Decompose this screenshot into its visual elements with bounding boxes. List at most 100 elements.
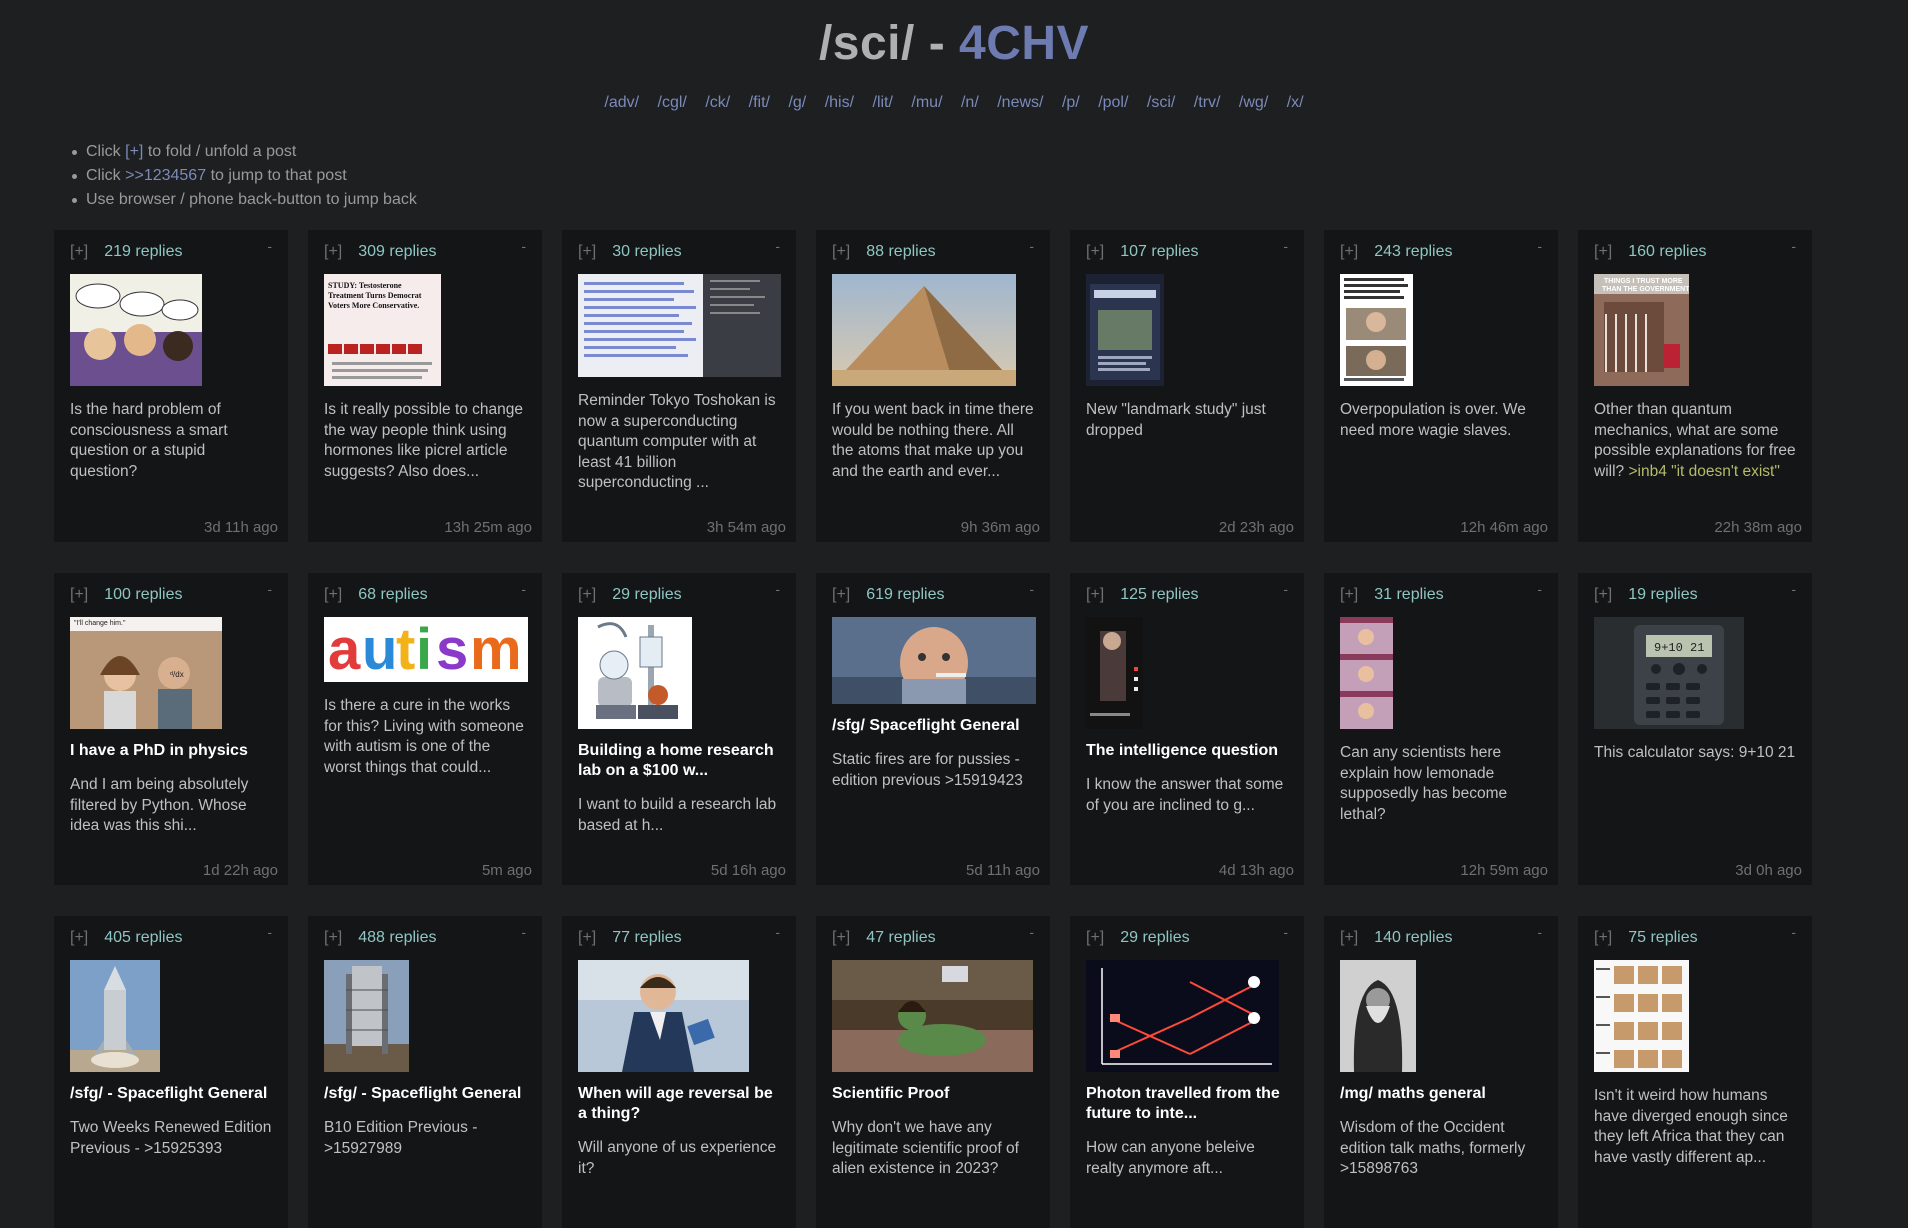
- collapse-dash[interactable]: -: [1283, 924, 1288, 940]
- portrait-thumbnail[interactable]: [832, 617, 1036, 704]
- fold-toggle[interactable]: [+]: [1340, 586, 1358, 604]
- collapse-dash[interactable]: -: [1029, 238, 1034, 254]
- collage-thumbnail[interactable]: [1340, 617, 1393, 729]
- nav-link-news[interactable]: /news/: [997, 94, 1043, 111]
- collapse-dash[interactable]: -: [775, 238, 780, 254]
- nav-link-n[interactable]: /n/: [961, 94, 979, 111]
- calculator-thumbnail[interactable]: 9+10 21: [1594, 617, 1744, 729]
- collapse-dash[interactable]: -: [1537, 581, 1542, 597]
- collapse-dash[interactable]: -: [1029, 581, 1034, 597]
- reply-count[interactable]: 29 replies: [1120, 929, 1189, 947]
- collapse-dash[interactable]: -: [267, 581, 272, 597]
- nav-link-sci[interactable]: /sci/: [1147, 94, 1175, 111]
- fold-toggle[interactable]: [+]: [1340, 929, 1358, 947]
- fold-toggle[interactable]: [+]: [578, 929, 596, 947]
- collapse-dash[interactable]: -: [1791, 581, 1796, 597]
- couple-thumbnail[interactable]: "I'll change him." ᵈ/dx: [70, 617, 222, 729]
- laser-diagram-thumbnail[interactable]: [1086, 960, 1279, 1072]
- collapse-dash[interactable]: -: [1537, 924, 1542, 940]
- reply-count[interactable]: 107 replies: [1120, 243, 1198, 261]
- reply-count[interactable]: 47 replies: [866, 929, 935, 947]
- tweet-thumbnail[interactable]: [1340, 274, 1413, 386]
- reply-count[interactable]: 19 replies: [1628, 586, 1697, 604]
- rocket-thumbnail[interactable]: [70, 960, 160, 1072]
- nav-link-lit[interactable]: /lit/: [873, 94, 893, 111]
- collapse-dash[interactable]: -: [521, 924, 526, 940]
- nav-link-adv[interactable]: /adv/: [604, 94, 639, 111]
- fold-toggle[interactable]: [+]: [324, 929, 342, 947]
- reply-count[interactable]: 219 replies: [104, 243, 182, 261]
- news-thumbnail[interactable]: [1086, 274, 1164, 386]
- fold-toggle[interactable]: [+]: [1594, 586, 1612, 604]
- fold-toggle[interactable]: [+]: [324, 586, 342, 604]
- phone-video-thumbnail[interactable]: [1086, 617, 1143, 729]
- reply-count[interactable]: 88 replies: [866, 243, 935, 261]
- collapse-dash[interactable]: -: [1283, 581, 1288, 597]
- reply-count[interactable]: 77 replies: [612, 929, 681, 947]
- fold-toggle[interactable]: [+]: [1340, 243, 1358, 261]
- screenshot-thumbnail[interactable]: [578, 274, 781, 377]
- reply-count[interactable]: 30 replies: [612, 243, 681, 261]
- fold-toggle[interactable]: [+]: [324, 243, 342, 261]
- green-figure-thumbnail[interactable]: [832, 960, 1033, 1072]
- reply-count[interactable]: 243 replies: [1374, 243, 1452, 261]
- faces-chart-thumbnail[interactable]: [1594, 960, 1689, 1072]
- nav-link-x[interactable]: /x/: [1287, 94, 1304, 111]
- reply-count[interactable]: 140 replies: [1374, 929, 1452, 947]
- reply-count[interactable]: 405 replies: [104, 929, 182, 947]
- collapse-dash[interactable]: -: [521, 581, 526, 597]
- nav-link-mu[interactable]: /mu/: [911, 94, 942, 111]
- fold-toggle[interactable]: [+]: [70, 243, 88, 261]
- fold-toggle[interactable]: [+]: [1086, 586, 1104, 604]
- fold-toggle[interactable]: [+]: [1086, 929, 1104, 947]
- nav-link-his[interactable]: /his/: [825, 94, 854, 111]
- fold-toggle[interactable]: [+]: [832, 586, 850, 604]
- fold-toggle[interactable]: [+]: [578, 243, 596, 261]
- fold-toggle[interactable]: [+]: [1594, 243, 1612, 261]
- collapse-dash[interactable]: -: [1283, 238, 1288, 254]
- nav-link-cgl[interactable]: /cgl/: [658, 94, 687, 111]
- fold-toggle[interactable]: [+]: [1086, 243, 1104, 261]
- autism-text-thumbnail[interactable]: autism: [324, 617, 528, 682]
- pyramid-thumbnail[interactable]: [832, 274, 1016, 386]
- collapse-dash[interactable]: -: [1791, 924, 1796, 940]
- nav-link-fit[interactable]: /fit/: [749, 94, 770, 111]
- reply-count[interactable]: 488 replies: [358, 929, 436, 947]
- fold-toggle[interactable]: [+]: [832, 243, 850, 261]
- fold-toggle[interactable]: [+]: [578, 586, 596, 604]
- fold-toggle[interactable]: [+]: [70, 929, 88, 947]
- nav-link-ck[interactable]: /ck/: [705, 94, 730, 111]
- reply-count[interactable]: 31 replies: [1374, 586, 1443, 604]
- reply-count[interactable]: 619 replies: [866, 586, 944, 604]
- article-thumbnail[interactable]: STUDY: Testosterone Treatment Turns Democ…: [324, 274, 441, 386]
- nav-link-p[interactable]: /p/: [1062, 94, 1080, 111]
- reply-count[interactable]: 125 replies: [1120, 586, 1198, 604]
- nav-link-wg[interactable]: /wg/: [1239, 94, 1268, 111]
- reply-count[interactable]: 160 replies: [1628, 243, 1706, 261]
- nav-link-g[interactable]: /g/: [788, 94, 806, 111]
- reply-count[interactable]: 100 replies: [104, 586, 182, 604]
- monk-thumbnail[interactable]: [1340, 960, 1416, 1072]
- fold-toggle[interactable]: [+]: [70, 586, 88, 604]
- man-suit-thumbnail[interactable]: [578, 960, 749, 1072]
- fold-toggle[interactable]: [+]: [1594, 929, 1612, 947]
- reply-count[interactable]: 75 replies: [1628, 929, 1697, 947]
- lab-equipment-thumbnail[interactable]: [578, 617, 692, 729]
- collapse-dash[interactable]: -: [1791, 238, 1796, 254]
- nav-link-trv[interactable]: /trv/: [1194, 94, 1221, 111]
- fold-toggle[interactable]: [+]: [832, 929, 850, 947]
- reply-count[interactable]: 29 replies: [612, 586, 681, 604]
- collapse-dash[interactable]: -: [267, 238, 272, 254]
- collapse-dash[interactable]: -: [775, 581, 780, 597]
- launchpad-thumbnail[interactable]: [324, 960, 409, 1072]
- collapse-dash[interactable]: -: [775, 924, 780, 940]
- collapse-dash[interactable]: -: [1537, 238, 1542, 254]
- reply-count[interactable]: 309 replies: [358, 243, 436, 261]
- collapse-dash[interactable]: -: [1029, 924, 1034, 940]
- reply-count[interactable]: 68 replies: [358, 586, 427, 604]
- comic-thumbnail[interactable]: [70, 274, 202, 386]
- meme-thumbnail[interactable]: THINGS I TRUST MORE THAN THE GOVERNMENT: [1594, 274, 1689, 386]
- collapse-dash[interactable]: -: [267, 924, 272, 940]
- nav-link-pol[interactable]: /pol/: [1098, 94, 1128, 111]
- collapse-dash[interactable]: -: [521, 238, 526, 254]
